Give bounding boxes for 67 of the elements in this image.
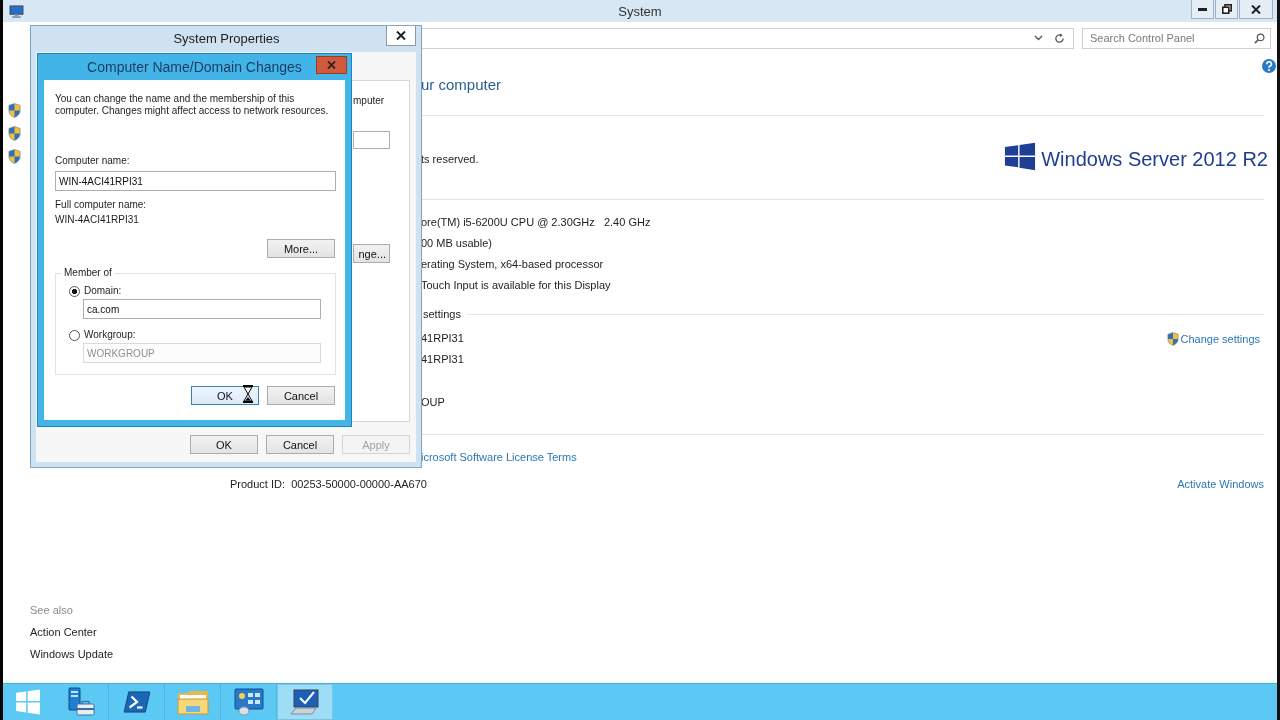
computer-icon xyxy=(9,4,24,18)
dialog-button[interactable]: Cancel xyxy=(267,386,335,405)
close-icon xyxy=(327,61,336,69)
change-button[interactable]: nge... xyxy=(353,244,390,263)
shield-icon xyxy=(8,103,21,118)
system-info-text: erating System, x64-based processor xyxy=(421,257,604,272)
see-also-heading: See also xyxy=(30,603,73,618)
description-text: You can change the name and the membership of this computer. Changes might affect access to network resources. xyxy=(55,93,330,117)
product-id-text: Product ID: 00253-50000-00000-AA670 xyxy=(230,477,427,492)
refresh-icon[interactable] xyxy=(1054,32,1065,44)
system-info-text: ore(TM) i5-6200U CPU @ 2.30GHz 2.40 GHz xyxy=(421,215,651,230)
dialog-title: System Properties xyxy=(172,30,281,48)
hourglass-icon xyxy=(242,385,254,403)
chevron-down-icon[interactable] xyxy=(1034,35,1043,41)
terminal-icon xyxy=(122,691,151,713)
computer-name-field[interactable]: WIN-4ACI41RPI31 xyxy=(55,171,336,191)
folder-icon xyxy=(176,689,209,715)
computer-info-text: OUP xyxy=(421,395,445,410)
minimize-icon xyxy=(1198,7,1207,11)
four-pane-logo-icon xyxy=(15,689,41,715)
address-field[interactable] xyxy=(421,27,1074,49)
radio-label: Domain: xyxy=(84,285,122,297)
dialog-button[interactable]: Cancel xyxy=(266,435,334,454)
help-icon[interactable] xyxy=(1262,59,1276,73)
change-settings-link[interactable]: Change settings xyxy=(1166,330,1260,347)
shield-icon xyxy=(8,149,21,164)
computer-info-text: 41RPI31 xyxy=(421,331,464,346)
panel-text: mputer xyxy=(353,94,385,108)
computer-info-text: 41RPI31 xyxy=(421,352,464,367)
close-button[interactable] xyxy=(386,26,416,46)
section-heading: settings xyxy=(423,307,461,322)
text-field[interactable] xyxy=(353,131,390,149)
restore-button[interactable] xyxy=(1215,0,1238,19)
control-panel-icon xyxy=(233,688,264,716)
license-terms-link[interactable]: icrosoft Software License Terms xyxy=(421,449,577,465)
tower-toolbox-icon xyxy=(65,687,96,717)
close-button[interactable] xyxy=(1239,0,1273,19)
window-title: System xyxy=(618,3,662,19)
taskbar-button[interactable] xyxy=(277,684,333,720)
page-heading: ur computer xyxy=(421,75,502,95)
field-label: Computer name: xyxy=(55,155,130,167)
four-pane-flag-icon xyxy=(1004,141,1037,171)
text-field[interactable]: ca.com xyxy=(83,299,321,319)
more-button[interactable]: More... xyxy=(267,239,335,258)
dialog-button[interactable]: OK xyxy=(191,386,259,405)
monitor-icon xyxy=(290,688,320,716)
full-name-value: WIN-4ACI41RPI31 xyxy=(55,214,139,226)
dialog-title: Computer Name/Domain Changes xyxy=(86,58,303,77)
dialog-button[interactable]: OK xyxy=(190,435,258,454)
see-also-link[interactable]: Action Center xyxy=(30,621,97,643)
system-info-text: Touch Input is available for this Display xyxy=(421,278,611,293)
restore-icon xyxy=(1221,4,1232,14)
radio-label: Workgroup: xyxy=(84,329,136,341)
edition-logo-text: Windows Server 2012 R2 xyxy=(1041,146,1268,171)
shield-icon xyxy=(1166,331,1179,346)
group-label: Member of xyxy=(63,267,113,279)
minimize-button[interactable] xyxy=(1191,0,1214,19)
search-field[interactable]: Search Control Panel xyxy=(1082,27,1271,49)
radio-button[interactable] xyxy=(69,285,80,297)
close-icon xyxy=(396,31,406,40)
shield-icon xyxy=(8,126,21,141)
see-also-link[interactable]: Windows Update xyxy=(30,643,114,665)
close-icon xyxy=(1251,4,1261,14)
activate-windows-link[interactable]: Activate Windows xyxy=(1177,476,1264,492)
copyright-text: ts reserved. xyxy=(421,152,479,167)
field-label: Full computer name: xyxy=(55,199,147,211)
search-icon[interactable] xyxy=(1254,32,1265,44)
